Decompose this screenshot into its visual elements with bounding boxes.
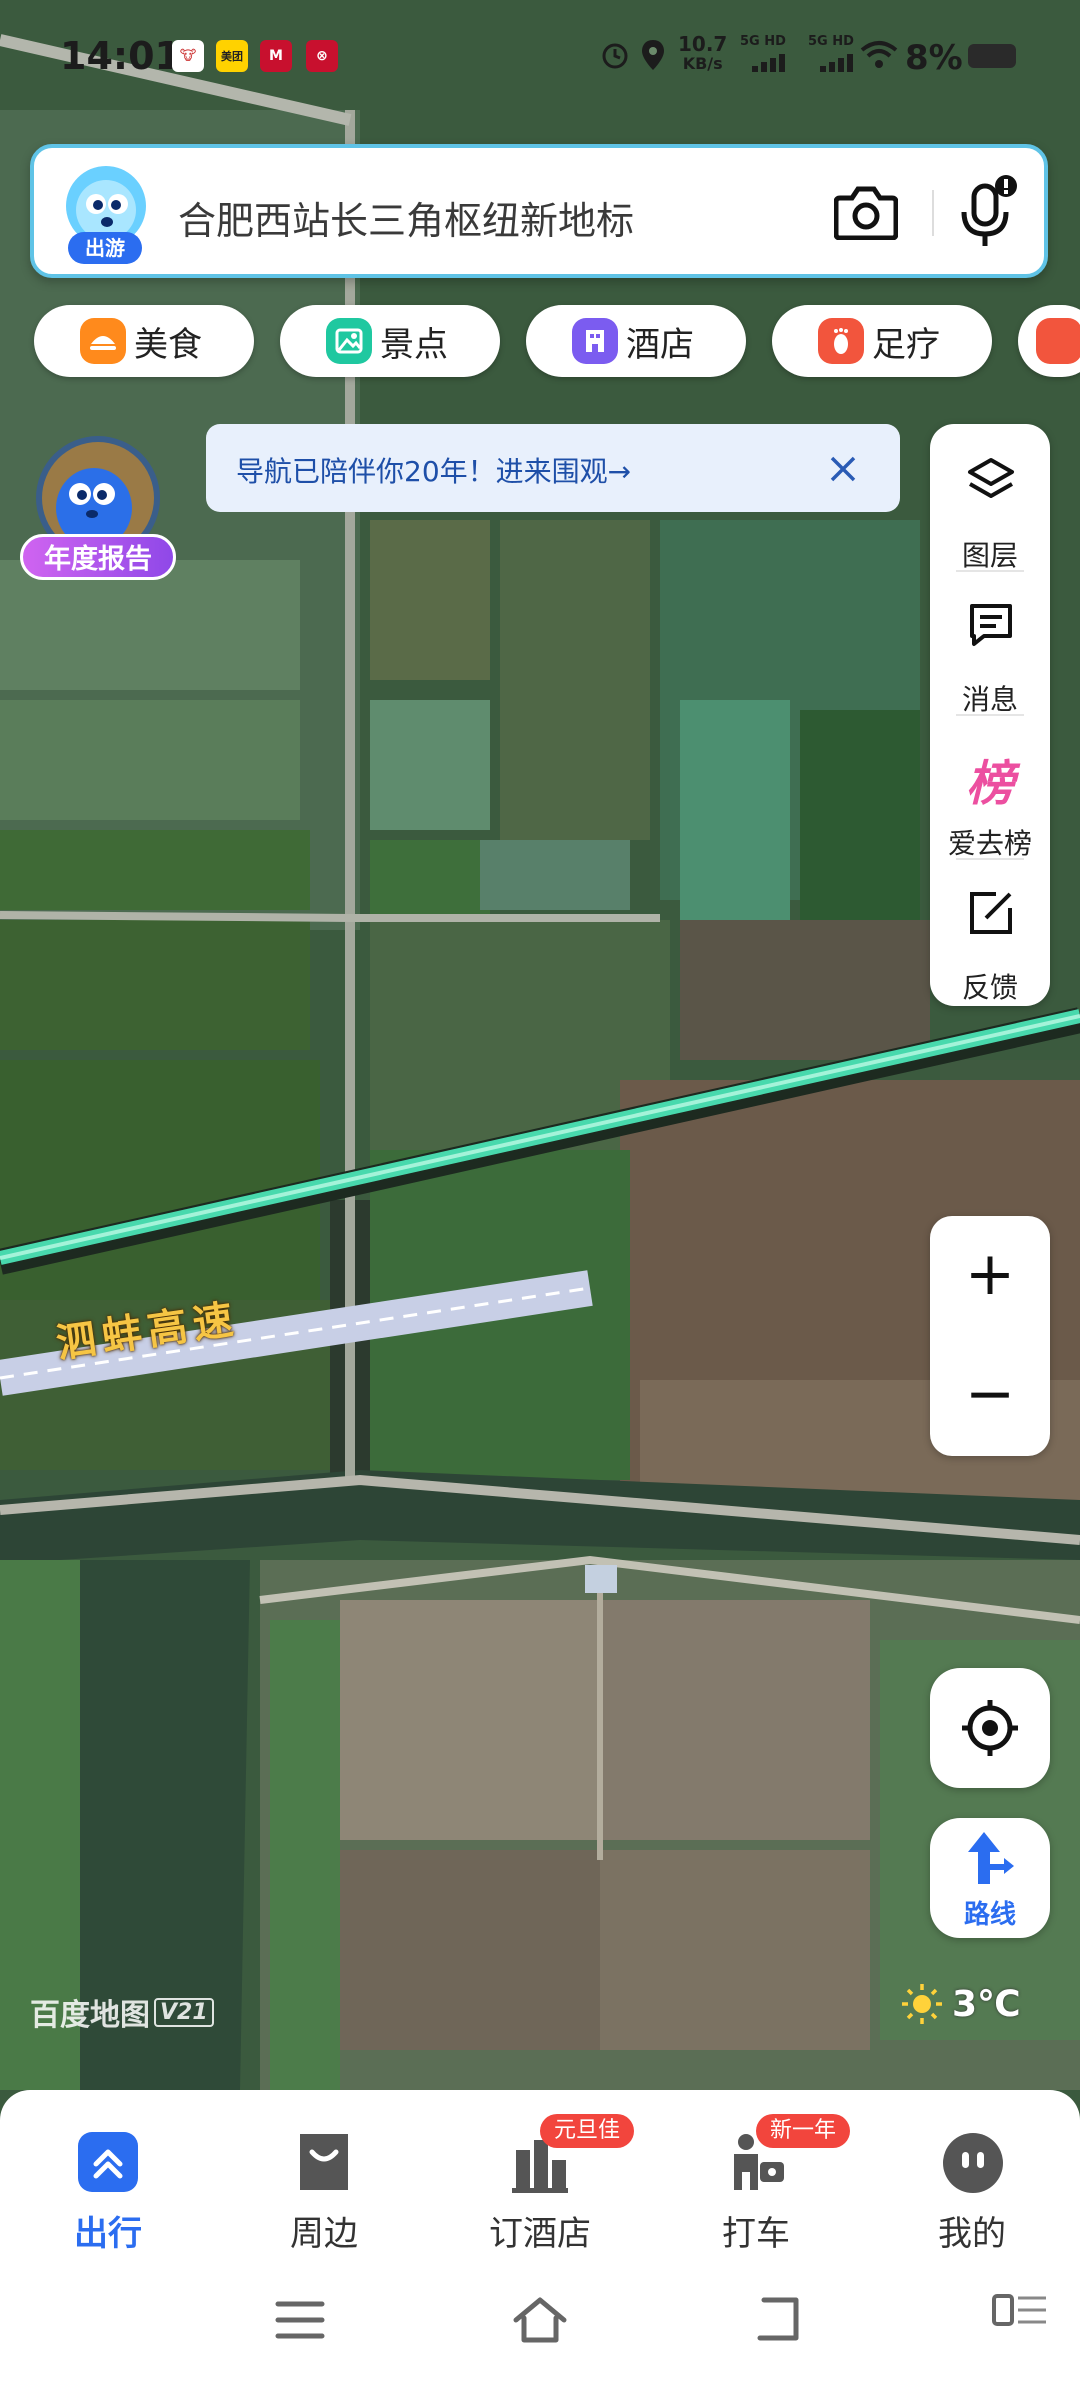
layers-label: 图层 xyxy=(961,539,1018,572)
feedback-label: 反馈 xyxy=(961,971,1018,1004)
annual-report-label: 年度报告 xyxy=(20,534,176,580)
taxi-badge: 新一年 xyxy=(756,2114,851,2148)
mascot-tag: 出游 xyxy=(68,232,142,264)
chip-foot-massage-label: 足疗 xyxy=(872,324,940,365)
messages-button[interactable]: 消息 xyxy=(930,586,1050,726)
nearby-icon xyxy=(300,2134,348,2190)
announcement-banner[interactable]: 导航已陪伴你20年！进来围观→ xyxy=(206,424,900,512)
bank-app-icon: ⊗ xyxy=(306,40,338,72)
close-icon[interactable] xyxy=(828,454,858,484)
search-bar[interactable]: 出游 合肥西站长三角枢纽新地标 xyxy=(30,144,1048,278)
zoom-out-button[interactable]: − xyxy=(930,1336,1050,1456)
travel-icon xyxy=(78,2132,138,2192)
camera-icon[interactable] xyxy=(834,184,898,240)
battery-icon xyxy=(968,44,1016,68)
nav-profile-label: 我的 xyxy=(938,2214,1006,2254)
ranking-label: 爱去榜 xyxy=(947,827,1032,860)
chip-foot-massage[interactable]: 足疗 xyxy=(772,305,992,377)
layers-button[interactable]: 图层 xyxy=(930,442,1050,582)
battery-level: 8% xyxy=(905,38,963,78)
chip-hotel-label: 酒店 xyxy=(626,324,694,365)
zoom-in-button[interactable]: + xyxy=(930,1216,1050,1336)
map-brand: 百度地图 V21 xyxy=(30,1990,214,2034)
route-label: 路线 xyxy=(963,1900,1016,1930)
sun-icon xyxy=(902,1984,942,2024)
search-input[interactable]: 合肥西站长三角枢纽新地标 xyxy=(178,190,634,245)
nav-nearby[interactable]: 周边 xyxy=(254,2120,394,2254)
chip-food-label: 美食 xyxy=(134,324,202,365)
scenery-icon xyxy=(326,318,372,364)
wifi-icon xyxy=(860,41,898,68)
nav-profile[interactable]: 我的 xyxy=(902,2120,1042,2254)
annual-report-button[interactable]: 年度报告 xyxy=(20,430,176,580)
microphone-icon[interactable] xyxy=(954,174,1020,250)
chip-scenery-label: 景点 xyxy=(380,324,448,365)
chip-more[interactable] xyxy=(1018,305,1080,377)
more-category-icon xyxy=(1036,318,1080,364)
locate-me-button[interactable] xyxy=(930,1668,1050,1788)
back-icon[interactable] xyxy=(750,2290,810,2350)
meituan-icon: 美团 xyxy=(216,40,248,72)
hotel-icon xyxy=(572,318,618,364)
nav-travel-label: 出行 xyxy=(74,2214,142,2254)
route-arrow-icon xyxy=(968,1832,1014,1884)
feedback-button[interactable]: 反馈 xyxy=(930,874,1050,1014)
chip-hotel[interactable]: 酒店 xyxy=(526,305,746,377)
search-divider xyxy=(932,190,934,236)
weather-temp: 3℃ xyxy=(952,1983,1021,2025)
foot-massage-icon xyxy=(818,318,864,364)
home-icon[interactable] xyxy=(510,2290,570,2350)
menu-icon[interactable] xyxy=(270,2290,330,2350)
nav-hotel-booking[interactable]: 元旦佳 订酒店 xyxy=(470,2114,635,2254)
panel-divider xyxy=(956,714,1024,716)
messages-label: 消息 xyxy=(961,683,1018,716)
layers-icon xyxy=(968,458,1014,498)
nav-nearby-label: 周边 xyxy=(290,2214,358,2254)
network-speed: 10.7 KB/s xyxy=(678,34,727,74)
weather[interactable]: 3℃ xyxy=(900,1982,1021,2026)
brand-text: 百度地图 xyxy=(30,1998,150,2033)
panel-divider xyxy=(956,858,1024,860)
nav-taxi[interactable]: 新一年 打车 xyxy=(686,2114,851,2254)
nav-hotel-booking-label: 订酒店 xyxy=(489,2214,591,2254)
map-tools-panel: 图层 消息 榜 爱去榜 反馈 xyxy=(930,424,1050,1006)
signal-label-2: 5G HD xyxy=(808,34,854,49)
feedback-icon xyxy=(970,892,1012,934)
bottom-navigation: 出行 周边 元旦佳 订酒店 新一年 打车 我的 xyxy=(0,2090,1080,2400)
profile-icon xyxy=(943,2133,1003,2193)
panel-divider xyxy=(956,570,1024,572)
nav-travel[interactable]: 出行 xyxy=(38,2120,178,2254)
status-time: 14:01 xyxy=(60,34,181,78)
nav-taxi-label: 打车 xyxy=(722,2214,790,2254)
status-bar: 14:01 🐮 美团 M ⊗ 10.7 KB/s 5G HD 5G HD 8% xyxy=(0,0,1080,110)
app-notification-icon: 🐮 xyxy=(172,40,204,72)
banner-text: 导航已陪伴你20年！进来围观→ xyxy=(236,455,632,488)
location-status-icon xyxy=(642,40,664,70)
hotel-booking-badge: 元旦佳 xyxy=(540,2114,635,2148)
signal-label-1: 5G HD xyxy=(740,34,786,49)
ranking-icon: 榜 xyxy=(965,756,1014,812)
version-badge: V21 xyxy=(154,1997,214,2027)
signal-bars-icon-2 xyxy=(820,54,853,72)
food-icon xyxy=(80,318,126,364)
ranking-button[interactable]: 榜 爱去榜 xyxy=(930,730,1050,870)
crosshair-icon xyxy=(962,1700,1018,1756)
zoom-control: + − xyxy=(930,1216,1050,1456)
chip-food[interactable]: 美食 xyxy=(34,305,254,377)
multitask-icon[interactable] xyxy=(990,2290,1050,2330)
network-speed-value: 10.7 xyxy=(678,32,728,56)
route-button[interactable]: 路线 xyxy=(930,1818,1050,1938)
alarm-icon xyxy=(602,43,628,69)
network-speed-unit: KB/s xyxy=(682,54,723,73)
signal-bars-icon xyxy=(752,54,785,72)
message-icon xyxy=(970,604,1012,646)
chip-scenery[interactable]: 景点 xyxy=(280,305,500,377)
bank-icon: M xyxy=(260,40,292,72)
